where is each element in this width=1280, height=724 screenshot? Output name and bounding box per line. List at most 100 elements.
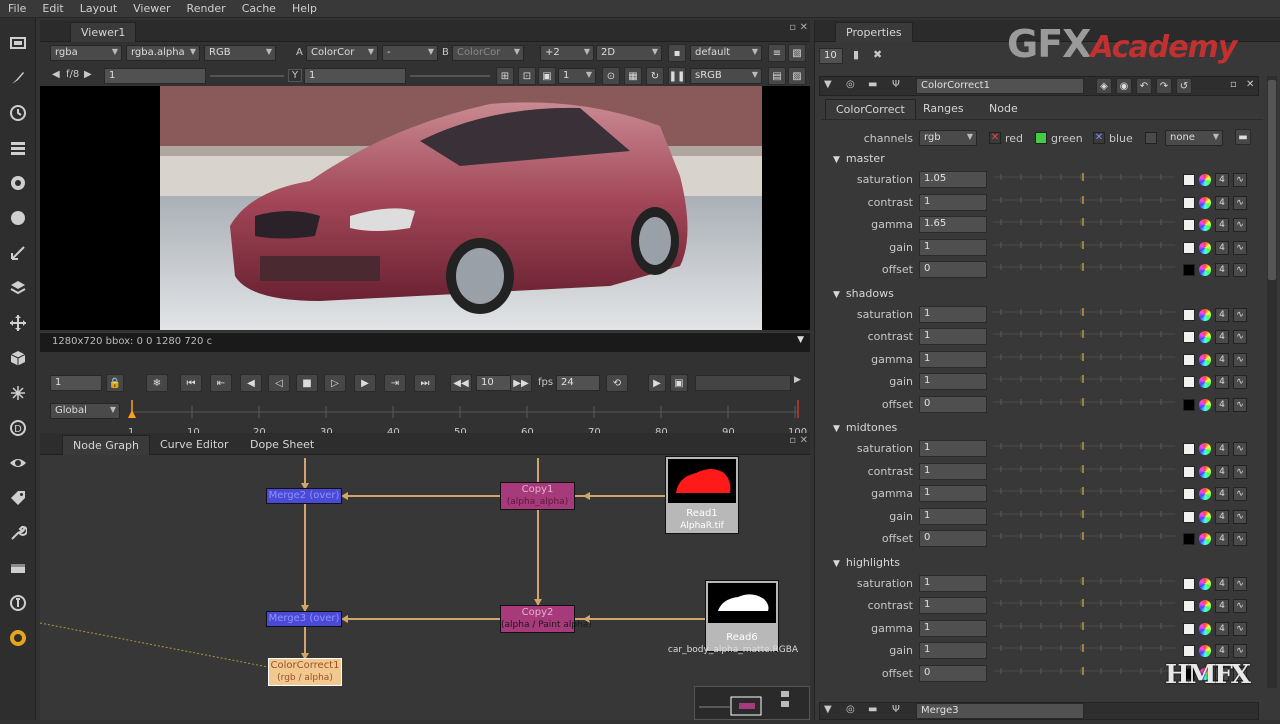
prev-frame-icon[interactable]: ◀: [240, 374, 262, 392]
color-swatch[interactable]: [1183, 264, 1195, 276]
channel-count-button[interactable]: 4: [1215, 240, 1229, 255]
tab-colorcorrect[interactable]: ColorCorrect: [825, 99, 916, 119]
flipbook-icon[interactable]: ▣: [670, 374, 688, 392]
param-slider[interactable]: [991, 239, 1177, 256]
color-swatch[interactable]: [1183, 622, 1195, 635]
animation-curve-icon[interactable]: ∿: [1233, 240, 1247, 255]
param-value-field[interactable]: 1: [919, 238, 987, 256]
param-slider[interactable]: [991, 396, 1177, 413]
color-wheel-icon[interactable]: [1199, 376, 1211, 388]
colorcorrect1-node[interactable]: ColorCorrect1 (rgb / alpha): [268, 658, 342, 686]
param-value-field[interactable]: 1: [919, 350, 987, 368]
color-swatch[interactable]: [1183, 219, 1195, 231]
time-clock-icon[interactable]: [7, 102, 29, 124]
furnace-icon[interactable]: [7, 592, 29, 614]
color-swatch[interactable]: [1183, 196, 1195, 209]
other-box-icon[interactable]: [7, 557, 29, 579]
colorspace-combo[interactable]: sRGB ▼: [690, 68, 762, 84]
draw-brush-icon[interactable]: [7, 67, 29, 89]
param-value-field[interactable]: 1: [919, 373, 987, 390]
color-swatch[interactable]: [1183, 510, 1195, 523]
section-highlights[interactable]: ▼ highlights: [833, 556, 900, 569]
param-value-field[interactable]: 0: [919, 530, 987, 547]
float-panel-icon[interactable]: ▫: [789, 22, 796, 33]
color-swatch[interactable]: [1183, 331, 1195, 343]
color-wheel-icon[interactable]: [1199, 465, 1211, 478]
update-icon[interactable]: ↻: [646, 67, 664, 85]
color-wheel-icon[interactable]: [1199, 196, 1211, 209]
animation-curve-icon[interactable]: ∿: [1233, 487, 1247, 501]
merge3-name-field[interactable]: Merge3: [916, 703, 1084, 719]
toolsets-wrench-icon[interactable]: [7, 522, 29, 544]
copy2-node[interactable]: Copy2 (alpha / Paint alpha): [500, 605, 592, 633]
properties-scroll-thumb[interactable]: [1268, 80, 1276, 280]
param-value-field[interactable]: 1: [919, 193, 987, 211]
channel-count-button[interactable]: 4: [1215, 442, 1229, 456]
increment-field[interactable]: 10: [476, 375, 512, 391]
display-style-combo[interactable]: RGB ▼: [204, 45, 276, 61]
color-wheel-icon[interactable]: [1199, 533, 1211, 545]
channel-count-button[interactable]: 4: [1215, 375, 1229, 389]
section-shadows[interactable]: ▼ shadows: [833, 287, 894, 300]
mask-select[interactable]: none ▼: [1165, 130, 1223, 146]
clear-panels-icon[interactable]: ✖: [873, 48, 882, 61]
param-slider[interactable]: [991, 665, 1177, 682]
param-value-field[interactable]: 1: [919, 574, 987, 592]
loop-mode-icon[interactable]: ⟲: [606, 374, 628, 392]
animation-curve-icon[interactable]: ∿: [1233, 621, 1247, 636]
ofx-plugins-icon[interactable]: [7, 627, 29, 649]
cache-icon[interactable]: ▦: [624, 67, 642, 85]
param-slider[interactable]: [991, 642, 1177, 659]
close-panel-icon[interactable]: ✕: [800, 22, 808, 33]
param-slider[interactable]: [991, 463, 1177, 480]
color-wheel-icon[interactable]: [1199, 622, 1211, 635]
param-slider[interactable]: [991, 508, 1177, 525]
animation-curve-icon[interactable]: ∿: [1233, 352, 1247, 367]
refresh-icon[interactable]: ⊙: [602, 67, 620, 85]
color-wheel-icon[interactable]: [1199, 331, 1211, 343]
next-frame-icon[interactable]: ▶: [354, 374, 376, 392]
last-frame-icon[interactable]: ⏭: [414, 374, 436, 392]
param-slider[interactable]: [991, 373, 1177, 390]
next-keyframe-icon[interactable]: ⇥: [384, 374, 406, 392]
tab-node[interactable]: Node: [979, 99, 1028, 119]
exposure-slider[interactable]: [210, 75, 284, 77]
param-value-field[interactable]: 1: [919, 305, 987, 323]
param-value-field[interactable]: 1: [919, 485, 987, 502]
channel-stack-icon[interactable]: [7, 137, 29, 159]
section-collapse-icon[interactable]: ▼: [833, 559, 840, 569]
node-name-field[interactable]: ColorCorrect1: [916, 78, 1084, 94]
merge3-node[interactable]: Merge3 (over): [266, 611, 342, 627]
transform-move-icon[interactable]: [7, 312, 29, 334]
image-tools-icon[interactable]: [7, 32, 29, 54]
param-value-field[interactable]: 1: [919, 642, 987, 659]
alpha-checkbox[interactable]: [1145, 132, 1157, 144]
merge-help-icon[interactable]: ◎: [846, 704, 855, 715]
param-slider[interactable]: [991, 216, 1177, 233]
channel-count-button[interactable]: 4: [1215, 576, 1229, 591]
section-master[interactable]: ▼ master: [833, 152, 885, 165]
param-slider[interactable]: [991, 351, 1177, 368]
tab-properties[interactable]: Properties: [835, 22, 913, 42]
color-swatch[interactable]: [1183, 465, 1195, 478]
color-swatch[interactable]: [1183, 533, 1195, 545]
proxy-scale-combo[interactable]: 1 ▼: [558, 68, 596, 84]
deep-icon[interactable]: D: [7, 417, 29, 439]
animation-curve-icon[interactable]: ∿: [1233, 263, 1247, 277]
fstop-prev-icon[interactable]: ◀: [52, 69, 60, 80]
blue-checkbox[interactable]: ✕: [1093, 132, 1105, 144]
fstop-next-icon[interactable]: ▶: [84, 69, 92, 80]
param-value-field[interactable]: 1.05: [919, 171, 987, 188]
param-value-field[interactable]: 0: [919, 395, 987, 413]
color-swatch[interactable]: [1183, 488, 1195, 500]
views-eye-icon[interactable]: [7, 452, 29, 474]
navigator-minimap[interactable]: [694, 686, 810, 720]
color-swatch[interactable]: [1183, 241, 1195, 254]
skip-back-icon[interactable]: ◀◀: [450, 374, 472, 392]
viewer-settings-icon[interactable]: ≡: [768, 44, 786, 62]
animation-curve-icon[interactable]: ∿: [1233, 375, 1247, 389]
param-value-field[interactable]: 0: [919, 664, 987, 682]
color-swatch[interactable]: [1183, 600, 1195, 612]
animation-curve-icon[interactable]: ∿: [1233, 599, 1247, 613]
lock-frame-icon[interactable]: 🔒: [106, 374, 124, 392]
